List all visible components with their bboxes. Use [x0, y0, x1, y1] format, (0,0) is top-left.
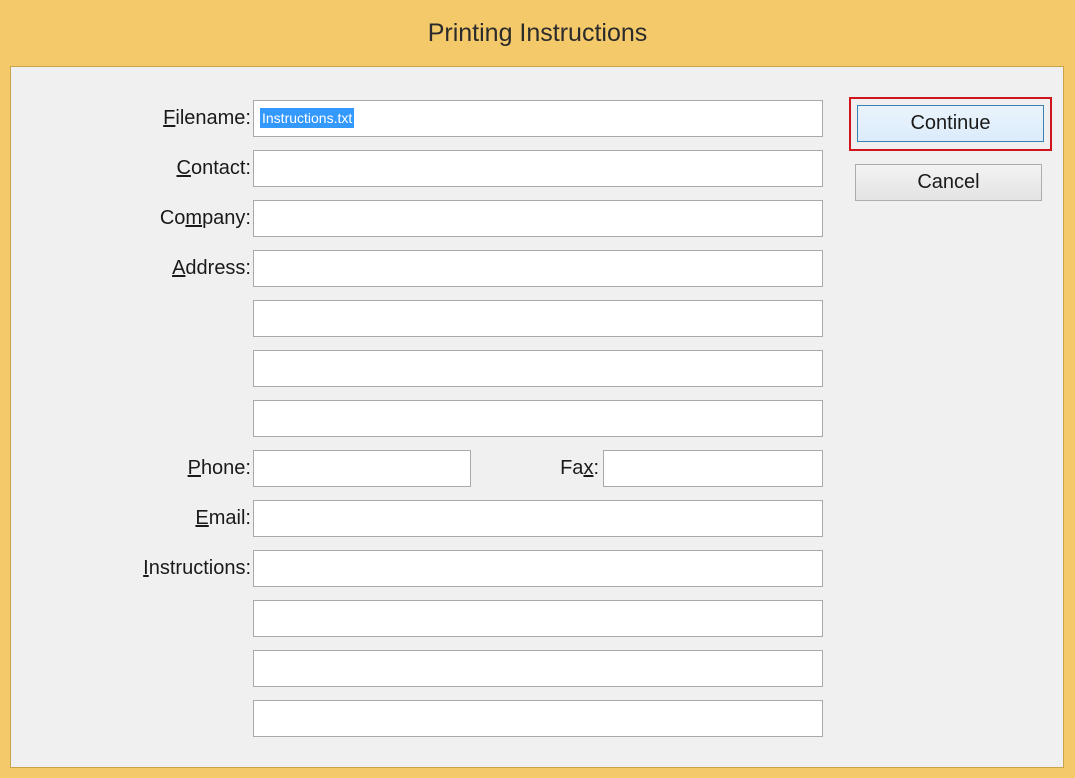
address-line-1-input[interactable]	[253, 250, 823, 287]
email-label: Email:	[111, 500, 251, 536]
phone-label-mnemonic: P	[187, 457, 201, 479]
company-label-text: pany:	[202, 207, 251, 229]
address-line-4-input[interactable]	[253, 400, 823, 437]
instructions-label-text: nstructions:	[148, 557, 251, 579]
instructions-line-2-input[interactable]	[253, 600, 823, 637]
company-input[interactable]	[253, 200, 823, 237]
dialog-title-bar[interactable]: Printing Instructions	[0, 0, 1075, 66]
email-input[interactable]	[253, 500, 823, 537]
filename-value: Instructions.txt	[260, 108, 355, 128]
company-label: Company:	[111, 200, 251, 236]
instructions-line-4-input[interactable]	[253, 700, 823, 737]
fax-label-prefix: Fa	[560, 457, 584, 479]
instructions-line-1-input[interactable]	[253, 550, 823, 587]
contact-label: Contact:	[111, 150, 252, 186]
filename-label-mnemonic: F	[163, 107, 176, 129]
cancel-button[interactable]: Cancel	[855, 164, 1042, 201]
filename-input[interactable]: Instructions.txt	[253, 100, 823, 137]
email-label-text: mail:	[208, 507, 251, 529]
continue-button[interactable]: Continue	[857, 105, 1044, 142]
address-label-text: ddress:	[185, 257, 251, 279]
dialog-title: Printing Instructions	[427, 18, 648, 47]
instructions-line-3-input[interactable]	[253, 650, 823, 687]
fax-input[interactable]	[603, 450, 823, 487]
company-label-mnemonic: m	[185, 207, 203, 229]
printing-instructions-dialog: Printing Instructions Filename: Instruct…	[0, 0, 1075, 778]
filename-label-text: ilename:	[175, 107, 251, 129]
address-label-mnemonic: A	[172, 257, 186, 279]
contact-input[interactable]	[253, 150, 823, 187]
address-line-2-input[interactable]	[253, 300, 823, 337]
fax-label-text: :	[593, 457, 599, 479]
phone-label: Phone:	[111, 450, 251, 486]
company-label-prefix: Co	[159, 207, 186, 229]
filename-label: Filename:	[111, 100, 251, 136]
phone-input[interactable]	[253, 450, 471, 487]
cancel-button-label: Cancel	[917, 171, 980, 193]
contact-label-mnemonic: C	[176, 157, 191, 179]
fax-label: Fax:	[511, 450, 599, 486]
email-label-mnemonic: E	[195, 507, 209, 529]
address-label: Address:	[111, 250, 251, 286]
phone-label-text: hone:	[200, 457, 251, 479]
instructions-label: Instructions:	[71, 550, 251, 586]
dialog-client-area: Filename: Instructions.txt Contact: Comp…	[10, 66, 1064, 768]
fax-label-mnemonic: x	[583, 457, 594, 479]
contact-label-text: ontact:	[190, 157, 251, 179]
address-line-3-input[interactable]	[253, 350, 823, 387]
continue-button-label: Continue	[910, 112, 991, 134]
